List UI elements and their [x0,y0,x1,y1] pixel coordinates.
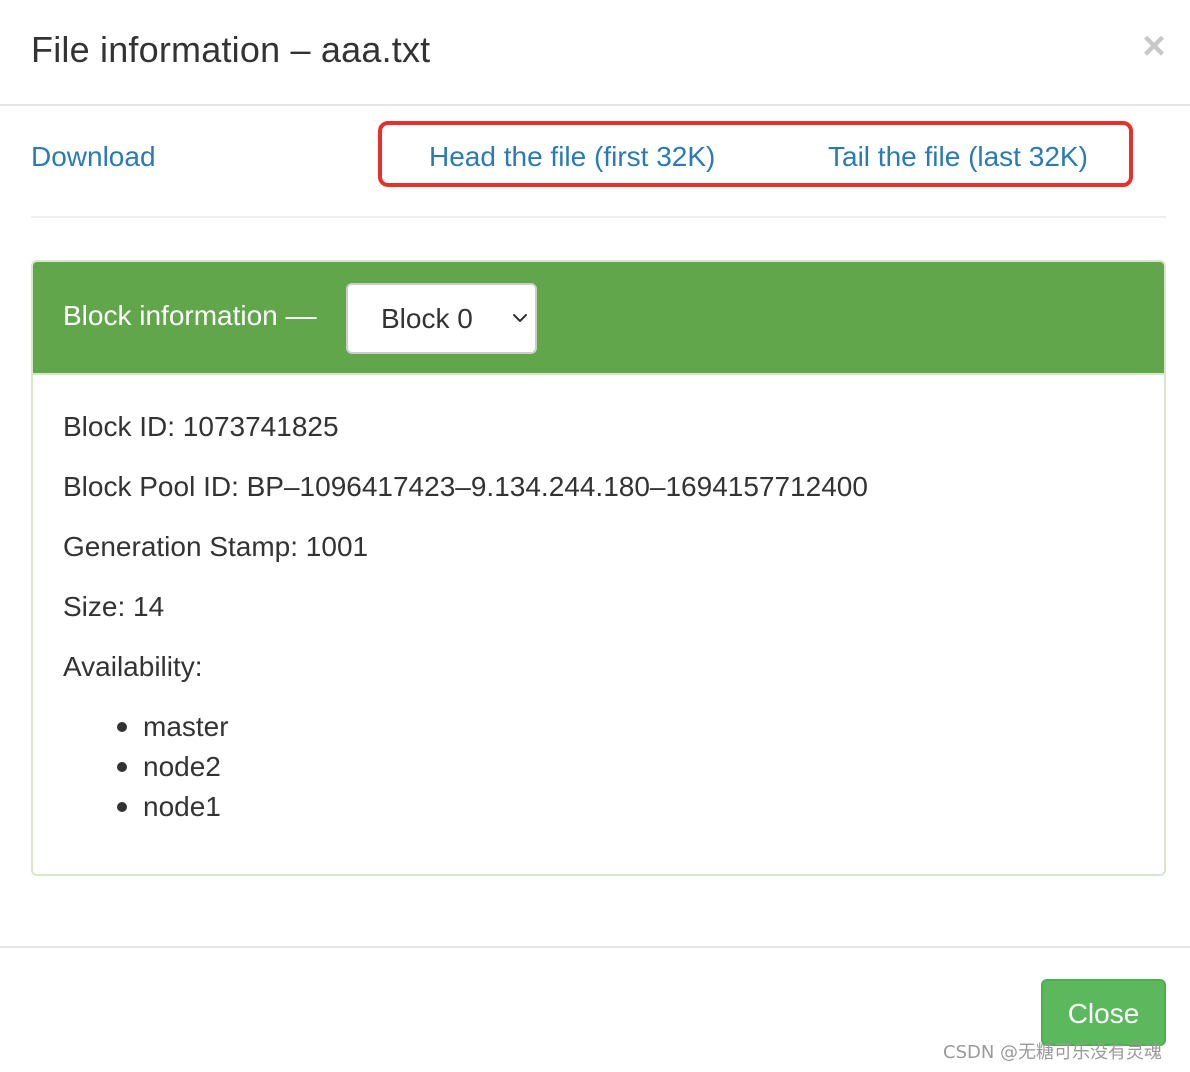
modal-footer-divider [0,946,1190,948]
bullet-icon [117,722,127,732]
bullet-icon [117,802,127,812]
block-id: Block ID: 1073741825 [63,411,339,442]
availability-node: node1 [143,791,221,822]
watermark: CSDN @无糖可乐没有灵魂 [943,1042,1163,1063]
block-pool-id: Block Pool ID: BP–1096417423–9.134.244.1… [63,471,868,502]
block-select[interactable]: Block 0 [346,283,537,354]
close-icon[interactable]: × [1138,26,1170,66]
tail-file-link[interactable]: Tail the file (last 32K) [828,139,1088,175]
head-file-link[interactable]: Head the file (first 32K) [429,139,715,175]
chevron-down-icon [513,314,527,322]
block-size: Size: 14 [63,591,165,622]
bullet-icon [117,762,127,772]
modal-header: File information – aaa.txt × [0,0,1190,106]
availability-node: node2 [143,751,221,782]
availability-node: master [143,711,229,742]
availability-label: Availability: [63,651,203,682]
close-button[interactable]: Close [1041,979,1166,1046]
generation-stamp: Generation Stamp: 1001 [63,531,369,562]
block-select-value: Block 0 [381,303,473,334]
panel-heading: Block information –– Block 0 [33,262,1164,375]
divider [31,216,1166,218]
panel-heading-label: Block information –– [63,300,317,331]
block-information-panel: Block information –– Block 0 Block ID: 1… [31,260,1166,876]
modal-title: File information – aaa.txt [31,29,431,70]
file-information-modal: File information – aaa.txt × Download He… [0,0,1190,1072]
panel-body: Block ID: 1073741825 Block Pool ID: BP–1… [63,375,1134,874]
download-link[interactable]: Download [31,139,156,175]
